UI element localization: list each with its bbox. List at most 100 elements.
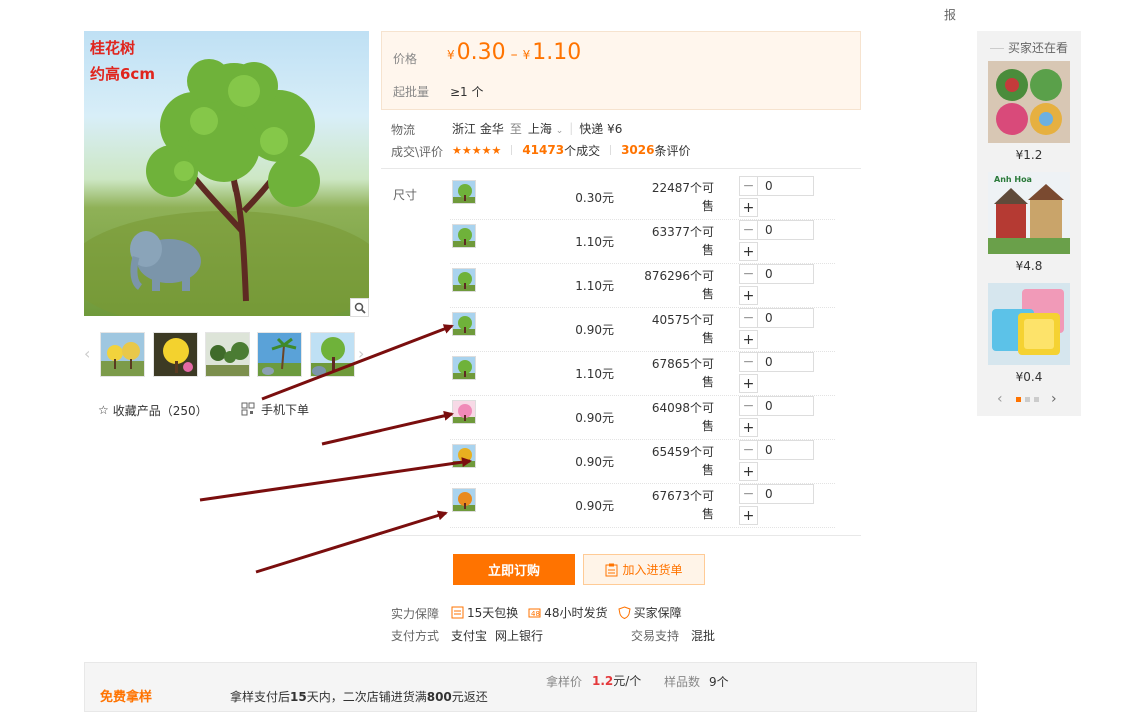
- sku-stock: 876296个可售: [644, 269, 714, 301]
- report-link[interactable]: 报: [796, 0, 956, 24]
- qty-input[interactable]: 0: [758, 484, 814, 504]
- deal-count[interactable]: 41473: [522, 143, 564, 157]
- sku-price: 0.30元: [575, 191, 614, 205]
- sample-price: 1.2元/个: [592, 674, 642, 688]
- sku-thumbnail[interactable]: [452, 224, 476, 248]
- payment-label: 支付方式: [391, 629, 440, 643]
- shipping-fee: 快递 ¥6: [579, 121, 623, 136]
- sku-price: 1.10元: [575, 367, 614, 381]
- zoom-button[interactable]: [350, 298, 369, 317]
- qty-decrement-button[interactable]: −: [739, 176, 758, 196]
- favorite-product-button[interactable]: ☆ 收藏产品（250）: [98, 402, 208, 418]
- deal-review-info: ★★★★★ 41473 个成交 3026 条评价: [452, 143, 691, 158]
- svg-text:Anh Hoa: Anh Hoa: [994, 175, 1032, 184]
- annotation-arrow: [255, 510, 448, 574]
- sku-thumbnail[interactable]: [452, 312, 476, 336]
- sample-panel: [84, 662, 977, 712]
- sku-thumbnail[interactable]: [452, 400, 476, 424]
- thumbnail-2[interactable]: [153, 332, 198, 377]
- sample-policy-text: 拿样支付后15天内，二次店铺进货满800元返还: [230, 690, 488, 704]
- qrcode-icon: [241, 402, 255, 416]
- guarantee-shipping[interactable]: 48 48小时发货: [528, 604, 608, 621]
- sku-row: 0.90元 67673个可售 −0 +: [450, 484, 835, 528]
- qty-input[interactable]: 0: [758, 308, 814, 328]
- thumbnail-prev-arrow-icon[interactable]: ‹: [84, 344, 94, 364]
- qty-increment-button[interactable]: +: [739, 242, 758, 261]
- qty-increment-button[interactable]: +: [739, 506, 758, 525]
- price-min: 0.30: [456, 40, 506, 65]
- mobile-order-button[interactable]: 手机下单: [241, 400, 309, 418]
- qty-increment-button[interactable]: +: [739, 462, 758, 481]
- sku-thumbnail[interactable]: [452, 488, 476, 512]
- review-count[interactable]: 3026: [621, 143, 654, 157]
- add-to-cart-button[interactable]: 加入进货单: [583, 554, 705, 585]
- qty-input[interactable]: 0: [758, 220, 814, 240]
- chevron-down-icon: ⌄: [555, 125, 564, 136]
- qty-input[interactable]: 0: [758, 264, 814, 284]
- destination-select[interactable]: 上海 ⌄: [528, 120, 563, 137]
- qty-increment-button[interactable]: +: [739, 418, 758, 437]
- qty-decrement-button[interactable]: −: [739, 440, 758, 460]
- sku-thumbnail[interactable]: [452, 180, 476, 204]
- qty-input[interactable]: 0: [758, 440, 814, 460]
- sku-row: 0.90元 65459个可售 −0 +: [450, 440, 835, 484]
- also-viewed-item-1[interactable]: [988, 61, 1070, 143]
- qty-decrement-button[interactable]: −: [739, 484, 758, 504]
- main-product-image[interactable]: 桂花树 约高6cm: [84, 31, 369, 316]
- buy-now-button[interactable]: 立即订购: [453, 554, 575, 585]
- guarantee-buyer-protection[interactable]: 买家保障: [617, 604, 682, 621]
- cropped-title-text: [84, 0, 504, 6]
- qty-increment-button[interactable]: +: [739, 198, 758, 217]
- thumbnail-1[interactable]: [100, 332, 145, 377]
- sku-stock: 22487个可售: [651, 181, 714, 213]
- also-viewed-item-3[interactable]: [988, 283, 1070, 365]
- sku-thumbnail[interactable]: [452, 268, 476, 292]
- thumbnail-5[interactable]: [310, 332, 355, 377]
- qty-increment-button[interactable]: +: [739, 330, 758, 349]
- sku-stock: 63377个可售: [651, 225, 714, 257]
- sku-row: 0.30元 22487个可售 −0 +: [450, 176, 835, 220]
- sku-price: 1.10元: [575, 279, 614, 293]
- qty-input[interactable]: 0: [758, 176, 814, 196]
- also-viewed-item-2[interactable]: Anh Hoa: [988, 172, 1070, 254]
- sku-thumbnail[interactable]: [452, 356, 476, 380]
- qty-increment-button[interactable]: +: [739, 286, 758, 305]
- payment-alipay: 支付宝: [451, 629, 488, 643]
- payment-online-bank: 网上银行: [495, 629, 544, 643]
- qty-decrement-button[interactable]: −: [739, 308, 758, 328]
- sample-price-label: 拿样价: [546, 675, 583, 689]
- sku-row: 1.10元 876296个可售 −0 +: [450, 264, 835, 308]
- moq-value: ≥1 个: [450, 85, 484, 99]
- guarantee-exchange[interactable]: 15天包换: [451, 604, 518, 621]
- size-label: 尺寸: [393, 188, 418, 202]
- thumbnail-4[interactable]: [257, 332, 302, 377]
- trade-support-label: 交易支持: [631, 629, 680, 643]
- sku-stock: 65459个可售: [651, 445, 714, 477]
- star-outline-icon: ☆: [98, 403, 109, 417]
- thumbnail-next-arrow-icon[interactable]: ›: [358, 344, 368, 364]
- sku-thumbnail[interactable]: [452, 444, 476, 468]
- sku-row: 0.90元 40575个可售 −0 +: [450, 308, 835, 352]
- qty-input[interactable]: 0: [758, 396, 814, 416]
- sidebar-prev-arrow-icon[interactable]: ‹: [997, 391, 1007, 407]
- qty-input[interactable]: 0: [758, 352, 814, 372]
- qty-decrement-button[interactable]: −: [739, 220, 758, 240]
- sample-count-label: 样品数: [664, 675, 701, 689]
- payment-methods: 支付宝 网上银行: [451, 627, 543, 644]
- sidebar-pagination-dots[interactable]: [1016, 397, 1039, 402]
- also-viewed-price-2: ¥4.8: [1015, 259, 1043, 273]
- mobile-order-label: 手机下单: [261, 402, 310, 417]
- sku-stock: 40575个可售: [651, 313, 714, 345]
- thumbnail-3[interactable]: [205, 332, 250, 377]
- row-divider: [450, 527, 835, 528]
- sidebar-next-arrow-icon[interactable]: ›: [1051, 391, 1061, 407]
- qty-increment-button[interactable]: +: [739, 374, 758, 393]
- also-viewed-price-3: ¥0.4: [1015, 370, 1043, 384]
- sku-stock: 67673个可售: [651, 489, 714, 521]
- sku-price: 0.90元: [575, 411, 614, 425]
- qty-decrement-button[interactable]: −: [739, 396, 758, 416]
- qty-decrement-button[interactable]: −: [739, 264, 758, 284]
- sku-price: 1.10元: [575, 235, 614, 249]
- qty-decrement-button[interactable]: −: [739, 352, 758, 372]
- shipping-icon: 48: [528, 608, 541, 618]
